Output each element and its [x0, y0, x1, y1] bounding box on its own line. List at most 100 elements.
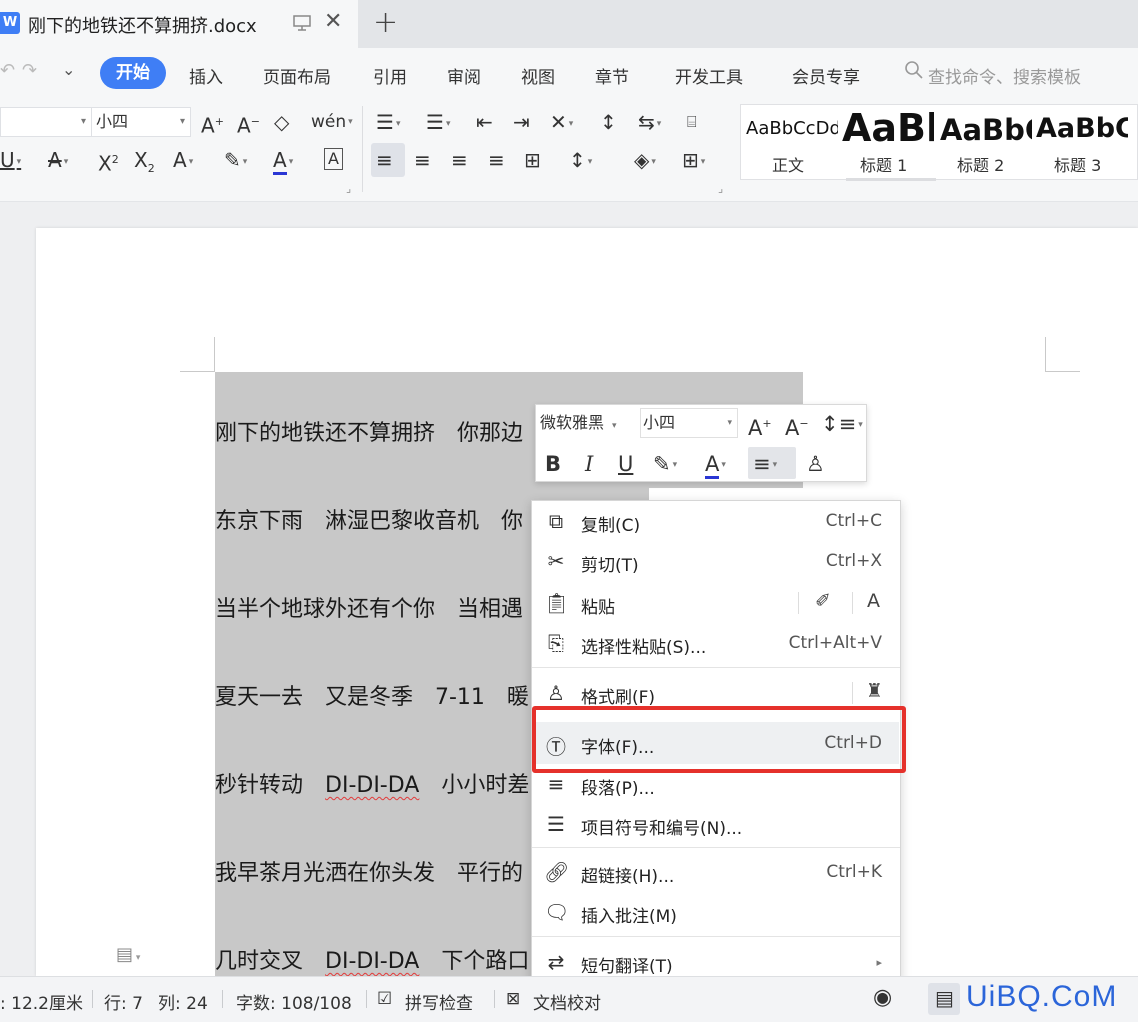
document-line[interactable]: 几时交叉 DI-DI-DA 下个路口	[215, 943, 529, 975]
pinyin-guide-icon[interactable]: wén ▾	[311, 110, 353, 134]
tab-member[interactable]: 会员专享	[792, 63, 860, 88]
redo-icon[interactable]: ↷	[22, 60, 37, 81]
document-line[interactable]: 秒针转动 DI-DI-DA 小小时差	[215, 767, 529, 799]
document-line[interactable]: 当半个地球外还有个你 当相遇	[215, 591, 523, 623]
increase-indent-icon[interactable]: ⇥	[513, 110, 530, 134]
menu-item-paste-special[interactable]: ⎘ 选择性粘贴(S)... Ctrl+Alt+V	[532, 623, 900, 663]
monitor-icon[interactable]	[292, 13, 312, 33]
justify-icon[interactable]: ≡	[488, 148, 505, 172]
document-line[interactable]: 东京下雨 淋湿巴黎收音机 你	[215, 503, 523, 535]
align-center-icon[interactable]: ≡	[414, 148, 431, 172]
grow-font-icon[interactable]: A+	[201, 110, 224, 138]
distributed-icon[interactable]: ⊞	[524, 148, 541, 172]
style-heading3-sample[interactable]: AaBbC	[1036, 113, 1128, 144]
close-tab-icon[interactable]: ✕	[324, 9, 342, 34]
font-dialog-launcher-icon[interactable]: ⌟	[346, 182, 351, 195]
line-spacing-icon[interactable]: ↕ ▾	[569, 148, 592, 174]
style-heading1-sample[interactable]: AaBb	[842, 106, 934, 150]
status-col[interactable]: 列: 24	[158, 989, 208, 1014]
text-direction-icon[interactable]: ↕	[600, 110, 617, 134]
menu-item-cut[interactable]: ✂ 剪切(T) Ctrl+X	[532, 541, 900, 581]
mini-highlight-icon[interactable]: ✎ ▾	[653, 451, 677, 478]
spell-check-button[interactable]: 拼写检查	[405, 989, 473, 1014]
shading-icon[interactable]: ◈ ▾	[634, 148, 656, 174]
status-row[interactable]: 行: 7	[104, 989, 143, 1014]
mini-line-spacing-icon[interactable]: ↕≡ ▾	[821, 411, 863, 438]
paragraph-dialog-launcher-icon[interactable]: ⌟	[718, 182, 723, 195]
char-border-icon[interactable]: A	[324, 148, 343, 170]
document-line[interactable]: 我早茶月光洒在你头发 平行的	[215, 855, 523, 887]
menu-item-copy[interactable]: ⧉ 复制(C) Ctrl+C	[532, 501, 900, 541]
undo-icon[interactable]: ↶	[0, 60, 15, 81]
highlight-icon[interactable]: ✎ ▾	[224, 148, 247, 174]
menu-item-bullets-numbering[interactable]: ☰ 项目符号和编号(N)...	[532, 804, 900, 844]
document-line[interactable]: 夏天一去 又是冬季 7-11 暖	[215, 679, 529, 711]
tab-references[interactable]: 引用	[373, 63, 407, 88]
subscript-icon[interactable]: X2	[134, 148, 155, 181]
style-heading3-label[interactable]: 标题 3	[1054, 152, 1101, 176]
mini-font-size[interactable]: 小四 ▾	[640, 408, 738, 438]
menu-item-hyperlink[interactable]: 🔗︎ 超链接(H)... Ctrl+K	[532, 852, 900, 892]
misspelled-word[interactable]: DI-DI-DA	[325, 773, 419, 798]
menu-item-insert-comment[interactable]: 🗨︎ 插入批注(M)	[532, 892, 900, 932]
misspelled-word[interactable]: DI-DI-DA	[325, 949, 419, 974]
mini-underline-icon[interactable]: U	[618, 451, 633, 477]
bullet-list-icon[interactable]: ☰ ▾	[376, 110, 400, 136]
numbered-list-icon[interactable]: ☰ ▾	[426, 110, 450, 136]
search-input[interactable]: 查找命令、搜索模板	[928, 63, 1081, 88]
text-effect-icon[interactable]: A ▾	[173, 148, 193, 174]
style-heading2-label[interactable]: 标题 2	[957, 152, 1004, 176]
status-word-count[interactable]: 字数: 108/108	[236, 989, 352, 1014]
tab-review[interactable]: 审阅	[447, 63, 481, 88]
tab-page-layout[interactable]: 页面布局	[263, 63, 331, 88]
sort-icon[interactable]: ⇆ ▾	[638, 110, 661, 136]
mini-format-painter-icon[interactable]: ♙	[806, 451, 825, 477]
align-left-icon[interactable]: ≡	[376, 148, 393, 172]
tab-start[interactable]: 开始	[100, 57, 166, 89]
mini-shrink-font-icon[interactable]: A−	[785, 411, 809, 441]
mini-font-color-icon[interactable]: A ▾	[705, 451, 726, 479]
mini-font-name[interactable]: 微软雅黑 ▾	[540, 406, 638, 440]
paste-keep-format-icon[interactable]: ✐	[815, 590, 831, 612]
style-heading1-label[interactable]: 标题 1	[860, 152, 907, 176]
tab-developer[interactable]: 开发工具	[675, 63, 743, 88]
mini-align-icon[interactable]: ≡ ▾	[753, 451, 777, 478]
underline-icon[interactable]: U ▾	[0, 148, 21, 174]
shrink-font-icon[interactable]: A−	[237, 110, 260, 138]
mini-italic-icon[interactable]: I	[585, 451, 593, 477]
doc-proof-button[interactable]: 文档校对	[533, 989, 601, 1014]
tab-title[interactable]: 刚下的地铁还不算拥挤.docx	[28, 12, 257, 38]
superscript-icon[interactable]: X2	[98, 148, 119, 176]
new-tab-button[interactable]: +	[373, 5, 398, 40]
eye-icon[interactable]: ◉	[873, 985, 892, 1010]
tab-section[interactable]: 章节	[595, 63, 629, 88]
style-normal-label[interactable]: 正文	[772, 152, 804, 176]
page-view-icon[interactable]: ▤	[935, 986, 954, 1010]
font-size-combo[interactable]: 小四 ▾	[91, 107, 191, 137]
document-icon[interactable]: ▤ ▾	[116, 944, 140, 965]
status-position[interactable]: : 12.2厘米	[0, 989, 83, 1014]
clear-format-icon[interactable]: ◇	[274, 110, 289, 134]
style-normal-sample[interactable]: AaBbCcDd	[746, 118, 838, 139]
tab-insert[interactable]: 插入	[189, 63, 223, 88]
document-line[interactable]: 刚下的地铁还不算拥挤 你那边	[215, 415, 523, 447]
font-color-icon[interactable]: A ▾	[273, 148, 293, 175]
format-painter-quick-icon[interactable]: ♜	[866, 680, 883, 702]
show-marks-icon[interactable]: ⌸	[687, 110, 697, 134]
mini-grow-font-icon[interactable]: A+	[748, 411, 772, 441]
doc-proof-icon[interactable]: ⊠	[506, 989, 520, 1009]
spell-check-icon[interactable]: ☑	[377, 989, 392, 1009]
chinese-layout-icon[interactable]: ✕ ▾	[550, 110, 573, 136]
decrease-indent-icon[interactable]: ⇤	[476, 110, 493, 134]
borders-icon[interactable]: ⊞ ▾	[682, 148, 705, 174]
tab-view[interactable]: 视图	[521, 63, 555, 88]
strikethrough-icon[interactable]: A ▾	[48, 148, 68, 174]
font-name-combo[interactable]: ▾	[0, 107, 92, 137]
search-icon[interactable]	[904, 60, 924, 85]
menu-item-paste[interactable]: 📋︎ 粘贴	[532, 583, 900, 623]
style-heading2-sample[interactable]: AaBbC	[940, 113, 1032, 147]
chevron-down-icon[interactable]: ⌄	[62, 60, 75, 79]
mini-bold-icon[interactable]: B	[545, 451, 561, 477]
paste-text-only-icon[interactable]: A	[867, 590, 880, 612]
align-right-icon[interactable]: ≡	[451, 148, 468, 172]
